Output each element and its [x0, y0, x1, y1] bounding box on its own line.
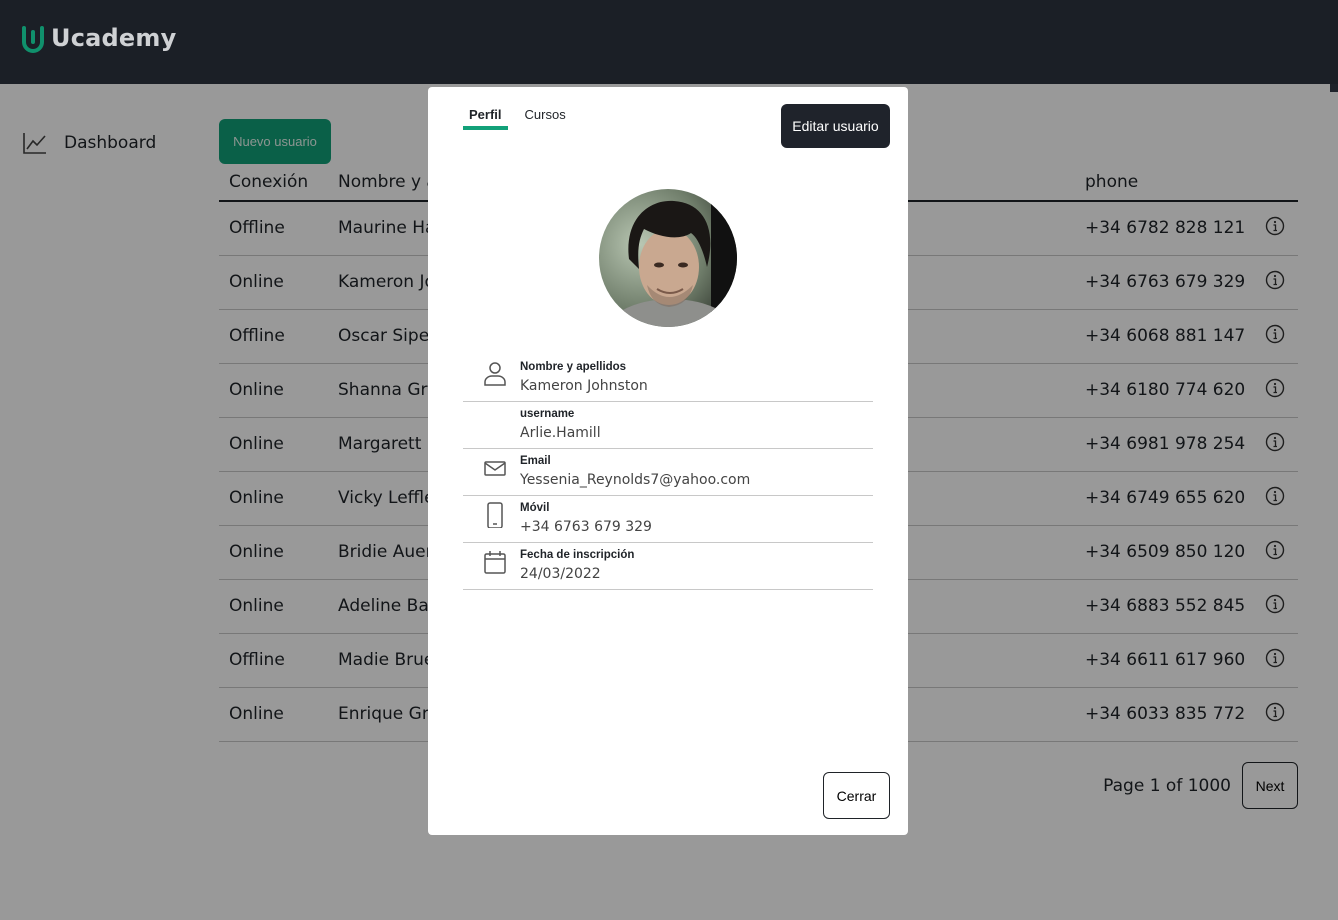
close-button[interactable]: Cerrar [823, 772, 890, 819]
scrollbar[interactable] [1330, 84, 1338, 92]
avatar-photo [599, 189, 737, 327]
field-full-name: Nombre y apellidos Kameron Johnston [463, 355, 873, 402]
tab-cursos[interactable]: Cursos [519, 107, 572, 130]
field-value: Kameron Johnston [520, 378, 648, 394]
field-mobile: Móvil +34 6763 679 329 [463, 496, 873, 543]
field-value: Yessenia_Reynolds7@yahoo.com [520, 472, 751, 488]
field-label: Fecha de inscripción [520, 549, 635, 561]
field-label: Nombre y apellidos [520, 361, 627, 373]
calendar-icon [484, 551, 506, 574]
field-enrollment-date: Fecha de inscripción 24/03/2022 [463, 543, 873, 590]
phone-icon [487, 502, 503, 528]
modal-tabs: Perfil Cursos [463, 107, 572, 130]
avatar [599, 189, 737, 327]
field-label: username [520, 408, 575, 420]
field-value: +34 6763 679 329 [520, 519, 652, 535]
field-email: Email Yessenia_Reynolds7@yahoo.com [463, 449, 873, 496]
edit-user-button[interactable]: Editar usuario [781, 104, 890, 148]
modal-backdrop-top [0, 0, 1338, 84]
field-label: Email [520, 455, 551, 467]
user-icon [484, 362, 506, 386]
profile-fields: Nombre y apellidos Kameron Johnston user… [463, 355, 873, 590]
user-detail-modal: Perfil Cursos Editar usuario Nombre y ap… [428, 87, 908, 835]
field-label: Móvil [520, 502, 550, 514]
field-username: username Arlie.Hamill [463, 402, 873, 449]
field-value: 24/03/2022 [520, 566, 601, 582]
field-value: Arlie.Hamill [520, 425, 601, 441]
tab-perfil[interactable]: Perfil [463, 107, 508, 130]
mail-icon [484, 461, 506, 476]
